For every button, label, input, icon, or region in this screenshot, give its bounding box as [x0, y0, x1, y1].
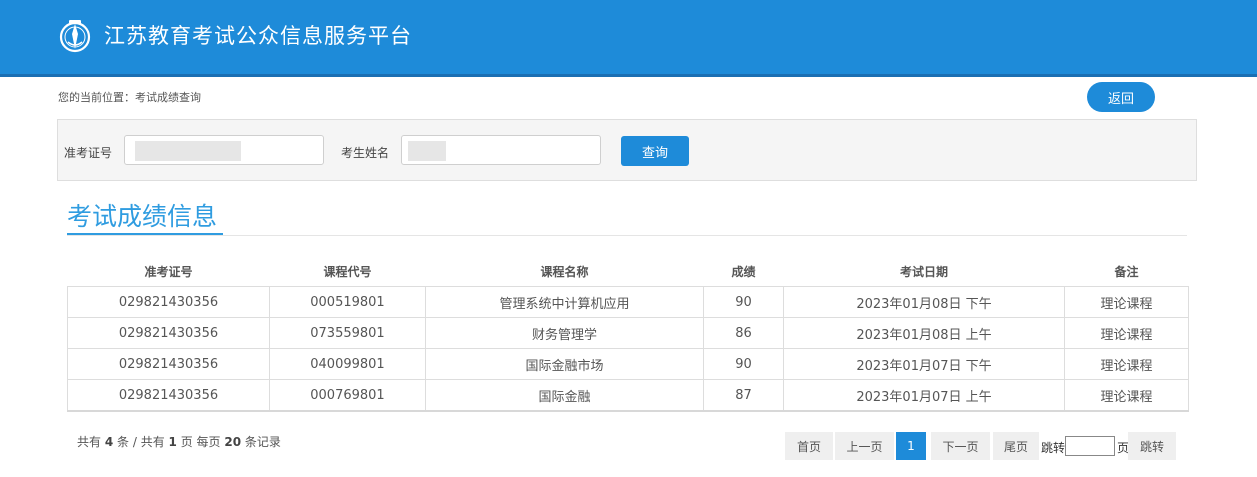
- jump-button[interactable]: 跳转: [1128, 432, 1176, 460]
- section-divider: [67, 235, 1187, 236]
- jump-label: 跳转: [1041, 441, 1066, 455]
- score-table: 准考证号 课程代号 课程名称 成绩 考试日期 备注 029821430356 0…: [67, 256, 1189, 412]
- table-cell: 理论课程: [1064, 379, 1189, 412]
- table-cell: 000519801: [269, 286, 426, 318]
- summary-text: 页 每页: [180, 435, 221, 449]
- ticket-number-label: 准考证号: [64, 146, 113, 160]
- table-cell: 管理系统中计算机应用: [425, 286, 704, 318]
- candidate-name-label: 考生姓名: [341, 146, 390, 160]
- page-count: 1: [168, 435, 177, 449]
- table-row: 029821430356 000769801 国际金融 87 2023年01月0…: [67, 379, 1189, 412]
- table-cell: 财务管理学: [425, 317, 704, 349]
- table-cell: 90: [703, 286, 784, 318]
- table-cell: 国际金融市场: [425, 348, 704, 380]
- table-cell: 理论课程: [1064, 348, 1189, 380]
- back-button[interactable]: 返回: [1087, 82, 1155, 112]
- site-title: 江苏教育考试公众信息服务平台: [104, 24, 412, 48]
- site-header: 江苏教育考试公众信息服务平台: [0, 0, 1257, 77]
- summary-text: 共有: [77, 435, 102, 449]
- table-row: 029821430356 040099801 国际金融市场 90 2023年01…: [67, 348, 1189, 380]
- column-header: 成绩: [731, 264, 756, 279]
- table-cell: 87: [703, 379, 784, 412]
- column-header: 准考证号: [144, 264, 193, 279]
- summary-text: 条 / 共有: [117, 435, 165, 449]
- section-title: 考试成绩信息: [67, 202, 218, 231]
- table-cell: 2023年01月07日 下午: [783, 348, 1065, 380]
- table-cell: 029821430356: [67, 348, 270, 380]
- masked-value: [135, 141, 241, 161]
- table-header-row: 准考证号 课程代号 课程名称 成绩 考试日期 备注: [68, 256, 1189, 287]
- first-page-button[interactable]: 首页: [785, 432, 833, 460]
- table-cell: 理论课程: [1064, 317, 1189, 349]
- table-cell: 2023年01月08日 下午: [783, 286, 1065, 318]
- table-cell: 90: [703, 348, 784, 380]
- ticket-number-input[interactable]: [124, 135, 324, 165]
- per-page-count: 20: [224, 435, 242, 449]
- column-header: 考试日期: [899, 264, 948, 279]
- table-cell: 029821430356: [67, 379, 270, 412]
- table-cell: 000769801: [269, 379, 426, 412]
- last-page-button[interactable]: 尾页: [993, 432, 1039, 460]
- current-page-button[interactable]: 1: [896, 432, 926, 460]
- candidate-name-input[interactable]: [401, 135, 601, 165]
- table-cell: 029821430356: [67, 317, 270, 349]
- summary-text: 条记录: [244, 435, 281, 449]
- search-panel: 准考证号 考生姓名 查询: [57, 119, 1197, 181]
- table-cell: 2023年01月08日 上午: [783, 317, 1065, 349]
- table-cell: 86: [703, 317, 784, 349]
- prev-page-button[interactable]: 上一页: [835, 432, 894, 460]
- next-page-button[interactable]: 下一页: [931, 432, 990, 460]
- column-header: 课程名称: [540, 264, 589, 279]
- column-header: 课程代号: [323, 264, 372, 279]
- table-cell: 理论课程: [1064, 286, 1189, 318]
- masked-value: [408, 141, 446, 161]
- table-cell: 029821430356: [67, 286, 270, 318]
- column-header: 备注: [1114, 264, 1139, 279]
- education-emblem-icon: [59, 20, 91, 53]
- query-button[interactable]: 查询: [621, 136, 689, 166]
- record-summary: 共有 4 条 / 共有 1 页 每页 20 条记录: [77, 433, 281, 450]
- table-cell: 073559801: [269, 317, 426, 349]
- total-count: 4: [104, 435, 114, 449]
- jump-page-input[interactable]: [1065, 436, 1115, 456]
- table-row: 029821430356 000519801 管理系统中计算机应用 90 202…: [67, 286, 1189, 318]
- breadcrumb: 您的当前位置：考试成绩查询: [58, 91, 201, 104]
- table-cell: 国际金融: [425, 379, 704, 412]
- table-cell: 040099801: [269, 348, 426, 380]
- table-cell: 2023年01月07日 上午: [783, 379, 1065, 412]
- table-row: 029821430356 073559801 财务管理学 86 2023年01月…: [67, 317, 1189, 349]
